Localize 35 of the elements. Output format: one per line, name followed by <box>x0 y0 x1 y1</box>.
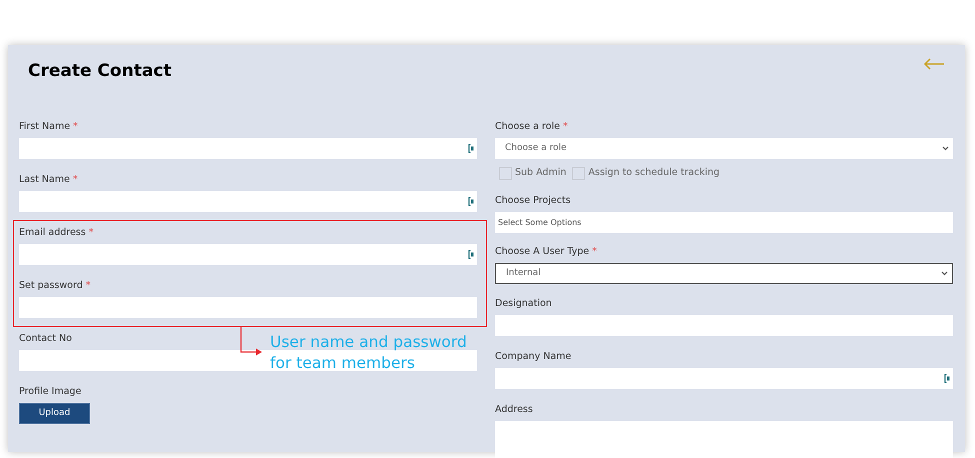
required-mark: * <box>86 280 90 292</box>
field-label: Email address <box>19 227 86 239</box>
field-label: First Name <box>19 121 70 133</box>
select-field[interactable]: Internal <box>495 263 953 284</box>
required-mark: * <box>88 227 94 239</box>
bracket-icon[interactable] <box>944 374 950 383</box>
checkbox[interactable] <box>499 166 512 180</box>
page-title: Create Contact <box>28 60 172 83</box>
field-label: Choose Projects <box>495 195 571 207</box>
field-label: Choose A User Type <box>495 246 590 258</box>
chevron-down-icon <box>941 271 948 276</box>
field-label: Profile Image <box>19 386 82 398</box>
checkbox-label: Sub Admin <box>515 166 566 180</box>
checkbox-label: Assign to schedule tracking <box>588 166 720 180</box>
annotation-text: User name and password for team members <box>270 332 468 374</box>
chevron-down-icon <box>942 146 949 151</box>
bracket-icon[interactable] <box>468 197 474 206</box>
field-label: Set password <box>19 280 83 292</box>
required-mark: * <box>73 121 78 133</box>
field-label: Choose a role <box>495 121 560 133</box>
multiselect-field[interactable]: Select Some Options <box>495 212 953 233</box>
field-label: Company Name <box>495 351 572 363</box>
required-mark: * <box>562 121 568 133</box>
checkbox[interactable] <box>572 166 586 180</box>
required-mark: * <box>72 174 78 186</box>
field-label: Designation <box>495 298 552 310</box>
bracket-icon[interactable] <box>468 144 474 153</box>
back-arrow-icon[interactable] <box>923 58 945 70</box>
field-label: Last Name <box>19 174 70 186</box>
field-label: Contact No <box>19 333 72 345</box>
required-mark: * <box>592 246 597 258</box>
field-label: Address <box>495 404 533 416</box>
select-field[interactable]: Choose a role <box>495 138 953 159</box>
upload-button[interactable]: Upload <box>19 403 90 424</box>
bracket-icon[interactable] <box>468 250 474 259</box>
